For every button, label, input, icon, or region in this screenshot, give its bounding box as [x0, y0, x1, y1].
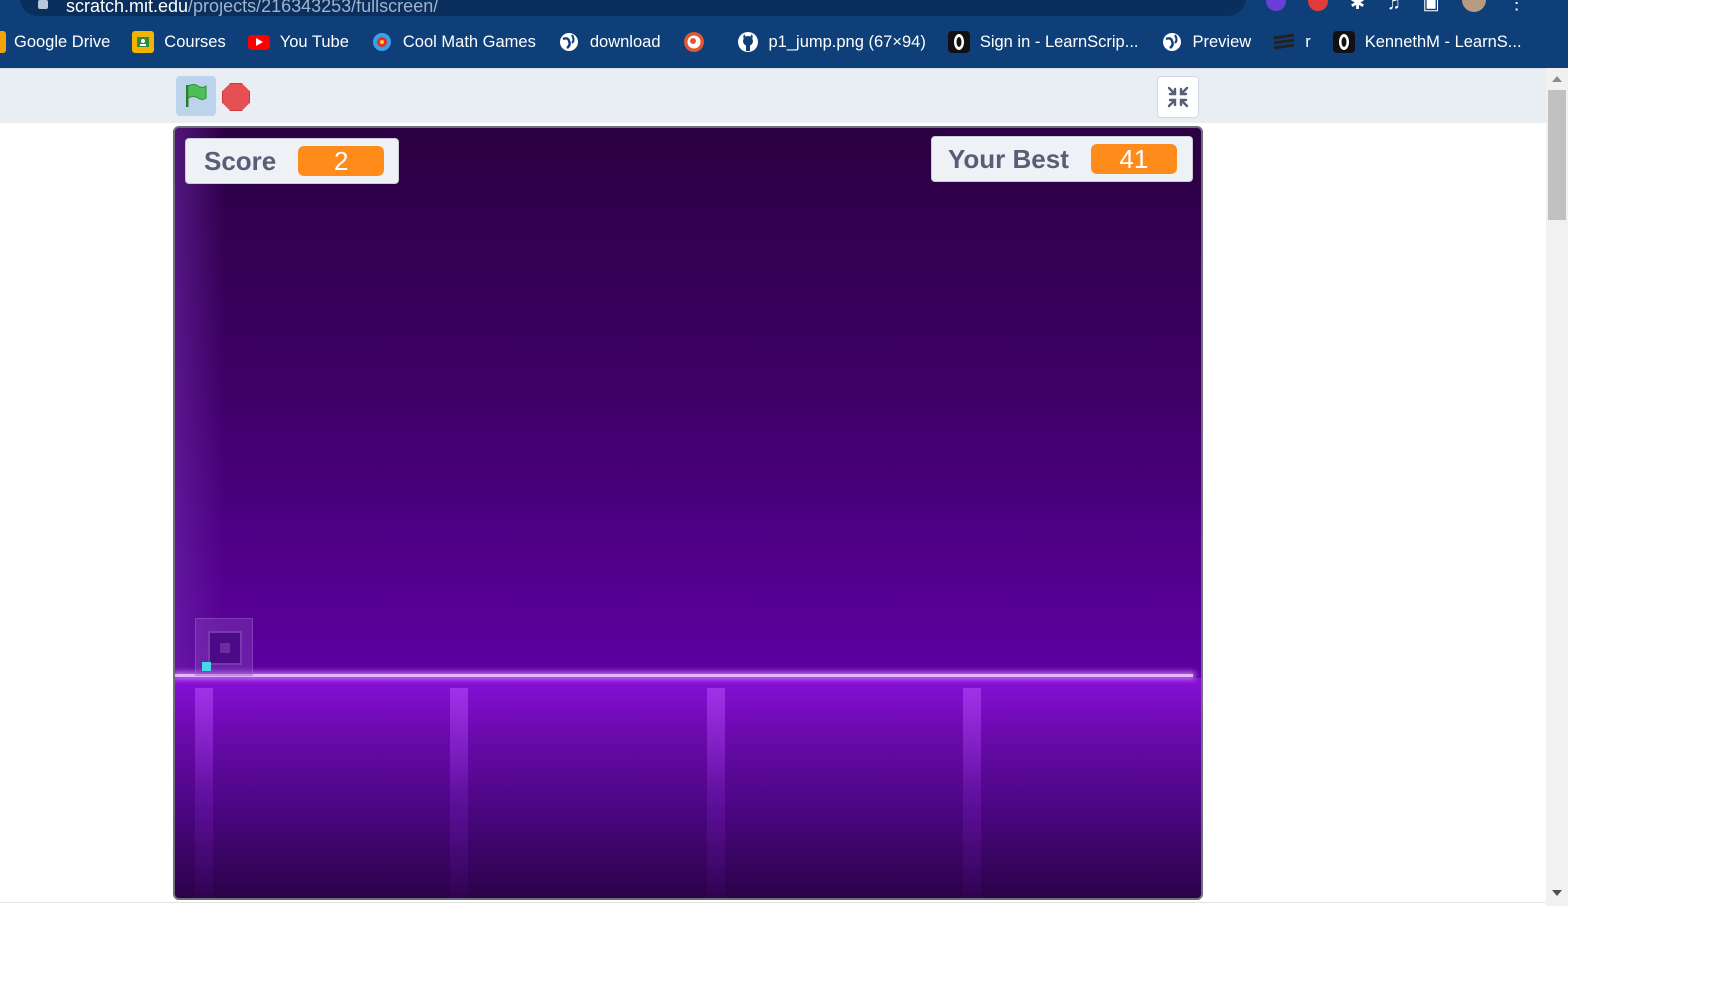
browser-chrome: scratch.mit.edu/projects/216343253/fulls… [0, 0, 1568, 68]
bookmark-label: download [589, 32, 661, 51]
ground-line [175, 674, 1193, 677]
best-monitor[interactable]: Your Best 41 [931, 136, 1193, 182]
floor-pillar [707, 688, 725, 898]
globe-icon [1161, 31, 1183, 53]
bookmark-label: r [1305, 32, 1311, 51]
bookmark-youtube[interactable]: You Tube [237, 26, 360, 58]
bookmark-learnscripture-signin[interactable]: Sign in - LearnScrip... [937, 26, 1150, 58]
floor [175, 678, 1201, 898]
extension-icon[interactable] [1266, 0, 1286, 11]
bookmark-label: Cool Math Games [402, 32, 536, 51]
bookmark-google-drive[interactable]: Google Drive [0, 26, 121, 58]
bookmark-cool-math-games[interactable]: Cool Math Games [360, 26, 547, 58]
youtube-icon [247, 34, 270, 50]
bookmark-github-image[interactable]: p1_jump.png (67×94) [726, 26, 937, 58]
url-host: scratch.mit.edu [66, 0, 189, 16]
duckduckgo-icon [683, 31, 705, 53]
globe-icon [558, 31, 580, 53]
score-monitor[interactable]: Score 2 [185, 138, 399, 184]
bookmark-r[interactable]: r [1262, 26, 1322, 58]
stage-glow [175, 128, 225, 676]
bookmark-label: p1_jump.png (67×94) [768, 32, 926, 51]
player-marker [202, 662, 211, 671]
coolmath-icon [371, 31, 393, 53]
floor-pillar [195, 688, 213, 898]
address-bar[interactable]: scratch.mit.edu/projects/216343253/fulls… [20, 0, 1246, 16]
player-core [220, 643, 230, 653]
url-path: /projects/216343253/fullscreen/ [188, 0, 439, 16]
page-scrollbar[interactable] [1546, 68, 1568, 906]
bookmark-preview[interactable]: Preview [1150, 26, 1263, 58]
extensions-puzzle-icon[interactable]: ✱ [1350, 0, 1365, 12]
browser-menu-icon[interactable]: ⋮ [1508, 0, 1526, 12]
score-label: Score [204, 145, 277, 176]
green-flag-button[interactable] [176, 76, 216, 116]
floor-pillar [963, 688, 981, 898]
stripes-icon [1273, 31, 1295, 53]
green-flag-icon [186, 84, 207, 107]
bookmarks-bar: Google Drive Courses You Tube Cool Math … [0, 26, 1533, 58]
url-text[interactable]: scratch.mit.edu/projects/216343253/fulls… [66, 0, 438, 17]
github-icon [737, 31, 759, 53]
bookmark-label: Google Drive [14, 32, 111, 51]
media-control-icon[interactable]: ♫ [1387, 0, 1401, 12]
scroll-down-arrow-icon[interactable] [1552, 890, 1562, 896]
lock-icon [38, 0, 48, 9]
side-panel-icon[interactable]: ▣ [1423, 0, 1440, 12]
bookmark-courses[interactable]: Courses [121, 26, 236, 58]
profile-avatar[interactable] [1461, 0, 1486, 12]
bookmark-label: KennethM - LearnS... [1364, 32, 1522, 51]
bookmark-label: Preview [1192, 32, 1252, 51]
bookmark-duckduckgo[interactable] [672, 26, 726, 58]
page-divider [0, 902, 1546, 903]
game-stage[interactable]: Score 2 Your Best 41 [173, 126, 1203, 900]
bookmark-label: Courses [164, 32, 226, 51]
best-label: Your Best [948, 143, 1069, 174]
bookmark-label: You Tube [279, 32, 349, 51]
google-classroom-icon [132, 31, 155, 53]
floor-pillar [450, 688, 468, 898]
player-sprite [208, 631, 242, 665]
bookmark-download[interactable]: download [547, 26, 672, 58]
learnscripture-icon [1332, 31, 1355, 53]
extension-icon[interactable] [1308, 0, 1328, 11]
scroll-up-arrow-icon[interactable] [1552, 76, 1562, 82]
bookmark-label: Sign in - LearnScrip... [979, 32, 1139, 51]
exit-fullscreen-icon [1167, 86, 1189, 108]
best-value: 41 [1090, 144, 1177, 174]
google-drive-icon [0, 31, 6, 53]
scratch-fullscreen-toolbar [0, 68, 1546, 123]
learnscripture-icon [947, 31, 970, 53]
bookmark-learnscripture-kenneth[interactable]: KennethM - LearnS... [1322, 26, 1533, 58]
exit-fullscreen-button[interactable] [1157, 76, 1199, 118]
stop-button[interactable] [222, 83, 250, 111]
scrollbar-thumb[interactable] [1548, 90, 1566, 220]
score-value: 2 [298, 146, 385, 176]
